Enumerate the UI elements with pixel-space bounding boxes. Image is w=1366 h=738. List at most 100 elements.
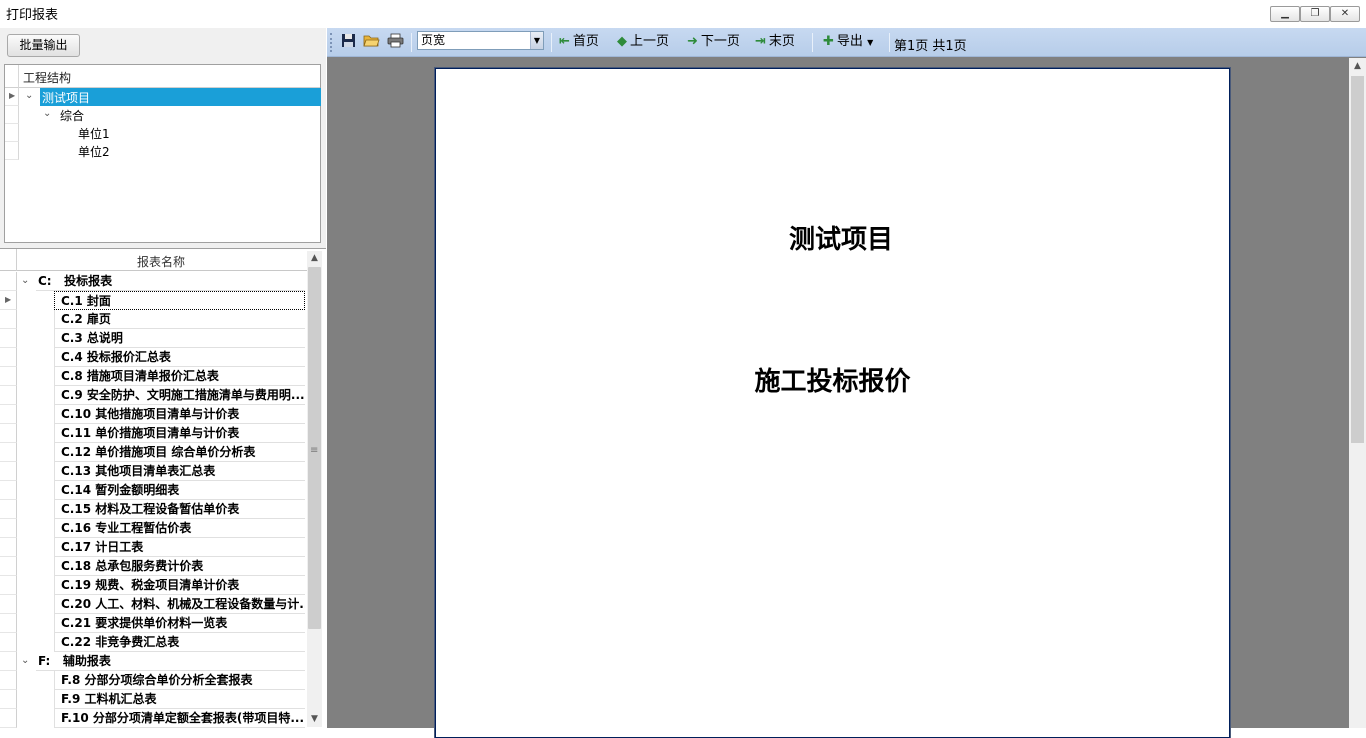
row-indicator — [0, 557, 17, 576]
close-icon: ✕ — [1340, 8, 1350, 19]
tree-item-composite[interactable]: ⌄ 综合 — [5, 106, 320, 124]
last-page-label: 末页 — [768, 34, 795, 49]
minimize-button[interactable]: ▁ — [1270, 6, 1300, 22]
row-indicator — [0, 652, 17, 671]
close-button[interactable]: ✕ — [1330, 6, 1360, 22]
report-name: C.9 安全防护、文明施工措施清单与费用明... — [54, 386, 305, 405]
report-row[interactable]: C.20 人工、材料、机械及工程设备数量与计... — [0, 595, 307, 614]
save-icon[interactable] — [339, 33, 357, 51]
row-pointer-icon: ▶ — [5, 295, 12, 304]
tree-item-unit1[interactable]: 单位1 — [5, 124, 320, 142]
tree-item-label: 综合 — [60, 109, 85, 123]
report-name: C.1 封面 — [54, 291, 305, 310]
prev-page-label: 上一页 — [630, 34, 670, 49]
report-row[interactable]: C.8 措施项目清单报价汇总表 — [0, 367, 307, 386]
first-page-label: 首页 — [572, 34, 599, 49]
group-label: F: 辅助报表 — [36, 652, 305, 671]
prev-page-icon: ◆ — [617, 34, 627, 49]
row-indicator — [0, 272, 17, 291]
first-page-button[interactable]: ⇤ 首页 — [559, 32, 599, 52]
report-row[interactable]: ▶ C.1 封面 — [0, 291, 307, 310]
prev-page-button[interactable]: ◆ 上一页 — [617, 32, 669, 52]
report-row[interactable]: F.8 分部分项综合单价分析全套报表 — [0, 671, 307, 690]
row-indicator — [5, 106, 19, 124]
report-list-header: 报表名称 — [0, 249, 307, 271]
report-list-scrollbar[interactable]: ▲ ≡ ▼ — [307, 251, 322, 727]
restore-icon: ❐ — [1310, 8, 1320, 19]
scrollbar-thumb[interactable] — [1351, 76, 1364, 443]
toolbar-grip[interactable] — [330, 33, 334, 52]
next-page-button[interactable]: ➜ 下一页 — [687, 32, 740, 52]
report-row[interactable]: C.15 材料及工程设备暂估单价表 — [0, 500, 307, 519]
restore-button[interactable]: ❐ — [1300, 6, 1330, 22]
report-row[interactable]: C.14 暂列金额明细表 — [0, 481, 307, 500]
report-row[interactable]: C.13 其他项目清单表汇总表 — [0, 462, 307, 481]
report-name: C.13 其他项目清单表汇总表 — [54, 462, 305, 481]
report-name: C.20 人工、材料、机械及工程设备数量与计... — [54, 595, 305, 614]
tree-item-label: 单位1 — [78, 127, 110, 141]
printer-icon[interactable] — [386, 33, 404, 51]
preview-scrollbar[interactable]: ▲ — [1349, 58, 1366, 728]
row-indicator — [0, 671, 17, 690]
report-name-column-header: 报表名称 — [137, 255, 186, 269]
last-page-button[interactable]: ⇥ 末页 — [755, 32, 795, 52]
report-name: C.14 暂列金额明细表 — [54, 481, 305, 500]
chevron-down-icon[interactable]: ⌄ — [21, 275, 29, 286]
scroll-up-icon[interactable]: ▲ — [307, 251, 322, 266]
zoom-select[interactable]: 页宽 ▼ — [417, 31, 544, 50]
report-name: C.18 总承包服务费计价表 — [54, 557, 305, 576]
report-name: C.17 计日工表 — [54, 538, 305, 557]
scroll-down-icon[interactable]: ▼ — [307, 712, 322, 727]
report-row[interactable]: C.9 安全防护、文明施工措施清单与费用明... — [0, 386, 307, 405]
report-row[interactable]: C.21 要求提供单价材料一览表 — [0, 614, 307, 633]
row-indicator: ▶ — [0, 291, 17, 310]
report-group-c[interactable]: ⌄ C: 投标报表 — [0, 272, 307, 291]
report-row[interactable]: C.2 扉页 — [0, 310, 307, 329]
report-name: F.8 分部分项综合单价分析全套报表 — [54, 671, 305, 690]
row-indicator — [5, 142, 19, 160]
export-button[interactable]: ✚ 导出 ▼ — [823, 32, 873, 52]
row-indicator — [0, 709, 17, 728]
report-name: C.12 单价措施项目 综合单价分析表 — [54, 443, 305, 462]
scroll-up-icon[interactable]: ▲ — [1349, 58, 1366, 75]
row-indicator — [0, 310, 17, 329]
report-row[interactable]: C.22 非竞争费汇总表 — [0, 633, 307, 652]
row-indicator: ▶ — [5, 88, 19, 106]
report-row[interactable]: C.11 单价措施项目清单与计价表 — [0, 424, 307, 443]
chevron-down-icon[interactable]: ⌄ — [43, 108, 51, 119]
export-icon: ✚ — [823, 34, 834, 49]
open-folder-icon[interactable] — [362, 33, 380, 51]
page-preview-area: 测试项目 施工投标报价 — [327, 58, 1349, 738]
chevron-down-icon: ▼ — [867, 38, 874, 47]
dropdown-arrow-icon[interactable]: ▼ — [530, 32, 543, 49]
report-row[interactable]: C.18 总承包服务费计价表 — [0, 557, 307, 576]
row-indicator — [0, 462, 17, 481]
report-name: F.9 工料机汇总表 — [54, 690, 305, 709]
report-row[interactable]: C.17 计日工表 — [0, 538, 307, 557]
report-name: C.15 材料及工程设备暂估单价表 — [54, 500, 305, 519]
report-row[interactable]: F.9 工料机汇总表 — [0, 690, 307, 709]
tree-item-unit2[interactable]: 单位2 — [5, 142, 320, 160]
batch-output-button[interactable]: 批量输出 — [7, 34, 80, 57]
preview-panel: 页宽 ▼ ⇤ 首页 ◆ 上一页 ➜ 下一页 ⇥ 末页 ✚ 导出 ▼ 第1页 共1页 测试项… — [327, 28, 1366, 738]
tree-item-label: 测试项目 — [42, 91, 91, 105]
report-row[interactable]: C.12 单价措施项目 综合单价分析表 — [0, 443, 307, 462]
report-row[interactable]: C.4 投标报价汇总表 — [0, 348, 307, 367]
row-indicator — [0, 614, 17, 633]
report-row[interactable]: C.16 专业工程暂估价表 — [0, 519, 307, 538]
minimize-icon: ▁ — [1281, 8, 1289, 19]
chevron-down-icon[interactable]: ⌄ — [21, 655, 29, 666]
toolbar-separator — [551, 33, 552, 52]
report-group-f[interactable]: ⌄ F: 辅助报表 — [0, 652, 307, 671]
report-row[interactable]: C.3 总说明 — [0, 329, 307, 348]
report-row[interactable]: C.10 其他措施项目清单与计价表 — [0, 405, 307, 424]
report-row[interactable]: C.19 规费、税金项目清单计价表 — [0, 576, 307, 595]
report-name: C.19 规费、税金项目清单计价表 — [54, 576, 305, 595]
row-indicator — [0, 443, 17, 462]
chevron-down-icon[interactable]: ⌄ — [25, 90, 33, 101]
row-indicator — [0, 519, 17, 538]
scroll-grip-icon: ≡ — [310, 445, 319, 456]
title-bar: 打印报表 ▁ ❐ ✕ — [0, 0, 1366, 28]
report-row[interactable]: F.10 分部分项清单定额全套报表(带项目特... — [0, 709, 307, 728]
tree-item-project[interactable]: ▶ ⌄ 测试项目 — [5, 88, 321, 106]
